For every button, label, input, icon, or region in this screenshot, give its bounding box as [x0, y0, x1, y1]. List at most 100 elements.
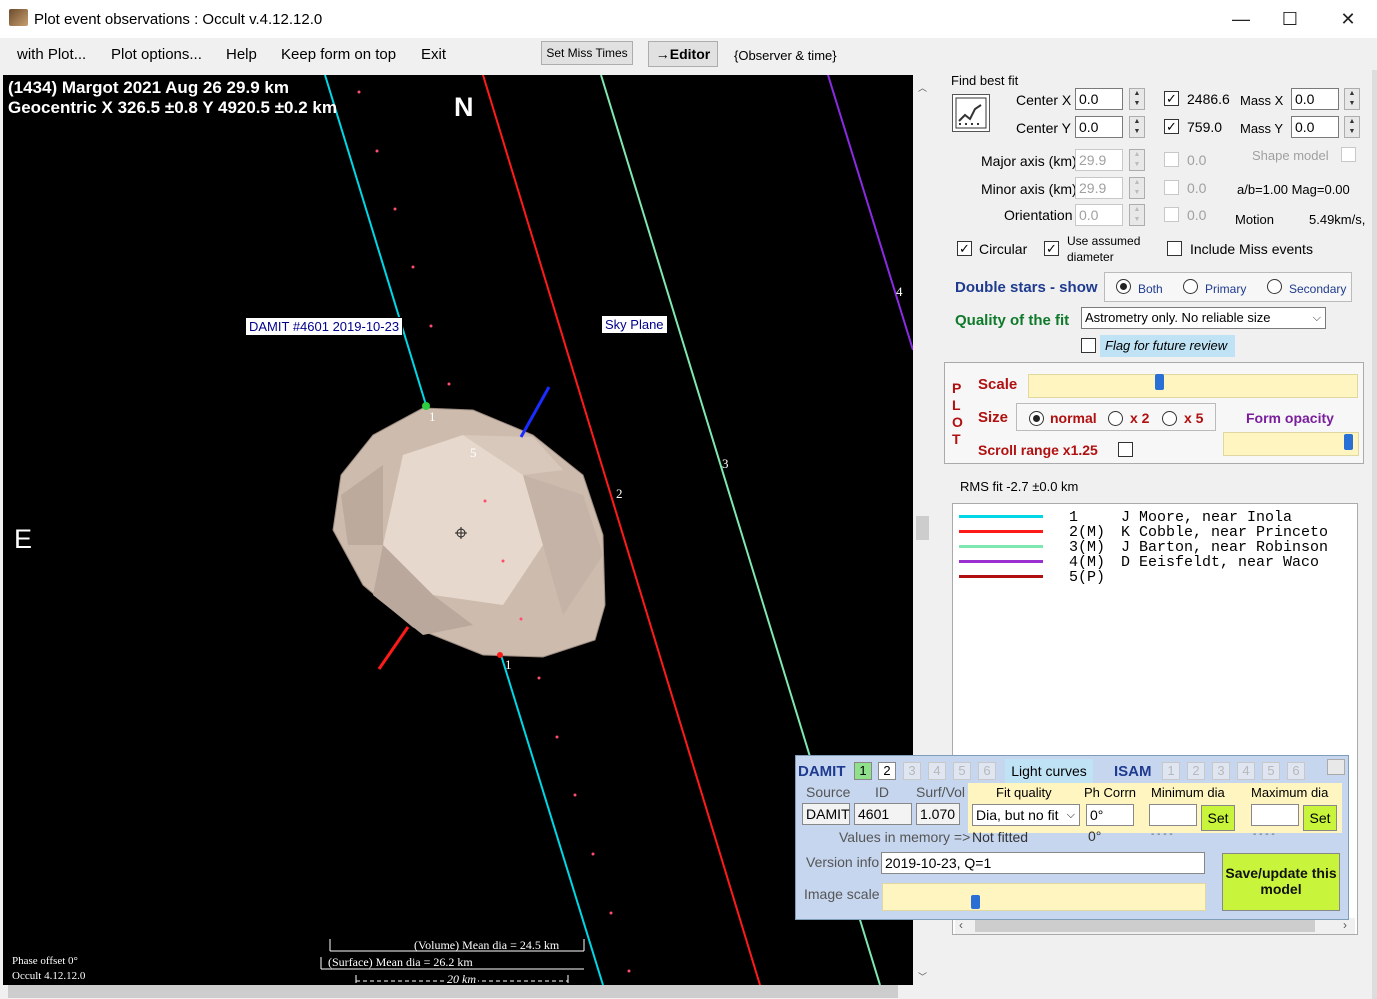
find-best-fit-button[interactable]: [952, 94, 990, 132]
fit-y-checkbox[interactable]: ✓: [1164, 119, 1179, 134]
size-x2-radio[interactable]: [1108, 411, 1123, 426]
editor-button[interactable]: →Editor: [648, 41, 718, 67]
center-x-input[interactable]: 0.0: [1075, 88, 1123, 110]
scroll-down-icon[interactable]: ﹀: [918, 970, 927, 983]
legend-hscroll[interactable]: ‹ ›: [955, 918, 1355, 934]
damit-tab-1[interactable]: 1: [854, 762, 872, 780]
maximize-button[interactable]: ☐: [1261, 0, 1319, 38]
legend-row-5[interactable]: 5(P): [953, 569, 1357, 586]
center-x-spinner[interactable]: ▲ ▼: [1129, 88, 1145, 110]
mass-x-input[interactable]: 0.0: [1291, 88, 1339, 110]
min-dia-set-button[interactable]: Set: [1201, 805, 1235, 831]
volume-mean-dia: (Volume) Mean dia = 24.5 km: [414, 938, 560, 952]
primary-label: Primary: [1205, 282, 1247, 296]
ab-mag-text: a/b=1.00 Mag=0.00: [1237, 182, 1350, 197]
legend-row-1[interactable]: 1 J Moore, near Inola: [953, 509, 1357, 526]
scroll-thumb[interactable]: [916, 516, 929, 540]
damit-tab-6[interactable]: 6: [978, 762, 996, 780]
primary-radio[interactable]: [1183, 279, 1198, 294]
isam-tab-4[interactable]: 4: [1237, 762, 1255, 780]
plot-canvas[interactable]: (1434) Margot 2021 Aug 26 29.9 km Geocen…: [3, 75, 913, 985]
legend-hscroll-thumb[interactable]: [975, 920, 1315, 932]
plot-graphics: [320, 75, 913, 985]
isam-tab-1[interactable]: 1: [1162, 762, 1180, 780]
scroll-right-icon[interactable]: ›: [1343, 918, 1347, 932]
damit-tab-3[interactable]: 3: [903, 762, 921, 780]
min-dia-input[interactable]: [1149, 804, 1197, 826]
shape-model-checkbox[interactable]: [1341, 147, 1356, 162]
image-scale-thumb[interactable]: [971, 895, 980, 909]
circular-checkbox[interactable]: ✓: [957, 241, 972, 256]
secondary-radio[interactable]: [1267, 279, 1282, 294]
legend-row-4[interactable]: 4(M) D Eeisfeldt, near Waco: [953, 554, 1357, 571]
damit-close-button[interactable]: [1327, 759, 1345, 775]
opacity-slider[interactable]: [1223, 432, 1359, 456]
orientation-input[interactable]: 0.0: [1075, 204, 1123, 226]
image-scale-label: Image scale: [804, 886, 880, 902]
use-assumed-checkbox[interactable]: ✓: [1044, 241, 1059, 256]
plot-horizontal-scrollbar[interactable]: [0, 985, 932, 999]
flag-review-checkbox[interactable]: [1081, 338, 1096, 353]
menu-exit[interactable]: Exit: [421, 46, 446, 63]
fit-major-checkbox[interactable]: [1164, 152, 1179, 167]
set-miss-times-button[interactable]: Set Miss Times: [541, 41, 633, 65]
image-scale-slider[interactable]: [882, 883, 1206, 911]
menu-help[interactable]: Help: [226, 46, 257, 63]
menu-plot-options[interactable]: Plot options...: [111, 46, 202, 63]
scroll-range-checkbox[interactable]: [1118, 442, 1133, 457]
size-x2-label: x 2: [1130, 410, 1150, 426]
both-radio[interactable]: [1116, 279, 1131, 294]
mass-x-spinner[interactable]: ▲ ▼: [1344, 88, 1360, 110]
damit-tab-4[interactable]: 4: [928, 762, 946, 780]
scale-slider[interactable]: [1028, 374, 1358, 398]
light-curves-button[interactable]: Light curves: [1005, 759, 1093, 783]
quality-label: Quality of the fit: [955, 312, 1070, 329]
scale-bar-label: 20 km: [445, 972, 478, 985]
observer-time-link[interactable]: {Observer & time}: [734, 48, 837, 63]
minor-axis-spinner[interactable]: ▲ ▼: [1129, 177, 1145, 199]
scale-slider-thumb[interactable]: [1155, 374, 1164, 390]
mass-y-spinner[interactable]: ▲ ▼: [1344, 116, 1360, 138]
legend-line-3: [959, 545, 1043, 548]
scroll-left-icon[interactable]: ‹: [959, 918, 963, 932]
damit-tab-2[interactable]: 2: [878, 762, 896, 780]
major-axis-spinner[interactable]: ▲ ▼: [1129, 149, 1145, 171]
scroll-up-icon[interactable]: ︿: [918, 81, 927, 94]
isam-tab-5[interactable]: 5: [1262, 762, 1280, 780]
fit-x-checkbox[interactable]: ✓: [1164, 91, 1179, 106]
major-axis-input[interactable]: 29.9: [1075, 149, 1123, 171]
center-y-input[interactable]: 0.0: [1075, 116, 1123, 138]
fit-minor-checkbox[interactable]: [1164, 180, 1179, 195]
save-update-model-button[interactable]: Save/update this model: [1222, 853, 1340, 911]
isam-tab-3[interactable]: 3: [1212, 762, 1230, 780]
max-dia-input[interactable]: [1251, 804, 1299, 826]
size-x5-radio[interactable]: [1162, 411, 1177, 426]
max-dia-label: Maximum dia: [1251, 785, 1329, 800]
legend-row-2[interactable]: 2(M) K Cobble, near Princeto: [953, 524, 1357, 541]
fit-quality-select[interactable]: Dia, but no fit ⌵: [972, 804, 1080, 826]
center-y-spinner[interactable]: ▲ ▼: [1129, 116, 1145, 138]
damit-tab-5[interactable]: 5: [953, 762, 971, 780]
minor-axis-input[interactable]: 29.9: [1075, 177, 1123, 199]
close-button[interactable]: ✕: [1319, 0, 1377, 38]
use-assumed-label: Use assumed: [1067, 234, 1141, 248]
include-miss-checkbox[interactable]: [1167, 241, 1182, 256]
ph-corrn-input[interactable]: 0°: [1086, 804, 1134, 826]
isam-tab-2[interactable]: 2: [1187, 762, 1205, 780]
hscroll-thumb[interactable]: [8, 985, 898, 998]
opacity-slider-thumb[interactable]: [1344, 434, 1353, 450]
legend-row-3[interactable]: 3(M) J Barton, near Robinson: [953, 539, 1357, 556]
quality-select[interactable]: Astrometry only. No reliable size ⌵: [1081, 307, 1326, 329]
max-dia-set-button[interactable]: Set: [1303, 805, 1337, 831]
mass-y-input[interactable]: 0.0: [1291, 116, 1339, 138]
isam-tab-6[interactable]: 6: [1287, 762, 1305, 780]
menu-keep-on-top[interactable]: Keep form on top: [281, 46, 396, 63]
fit-chart-icon: [955, 97, 987, 129]
menu-with-plot[interactable]: with Plot...: [17, 46, 86, 63]
include-miss-label: Include Miss events: [1190, 241, 1313, 257]
fit-orientation-checkbox[interactable]: [1164, 207, 1179, 222]
orientation-spinner[interactable]: ▲ ▼: [1129, 204, 1145, 226]
version-info-input[interactable]: 2019-10-23, Q=1: [881, 852, 1205, 874]
panel-scrollbar[interactable]: [1372, 70, 1377, 999]
size-normal-radio[interactable]: [1029, 411, 1044, 426]
